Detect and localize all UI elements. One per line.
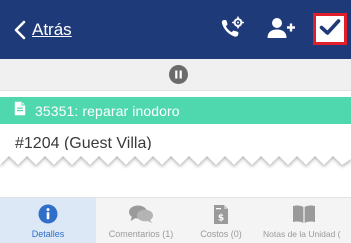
tab-comments[interactable]: Comentarios (1) [96,198,186,243]
work-order-title: 35351: reparar inodoro [35,102,180,119]
tab-comments-label: Comentarios (1) [108,229,174,239]
add-user-button[interactable] [265,17,297,43]
tab-costs[interactable]: $ Costos (0) [186,198,256,243]
phone-gear-icon [219,15,245,45]
pause-button[interactable] [169,65,188,84]
book-icon [292,204,316,229]
chevron-left-icon [14,20,26,40]
confirm-button[interactable] [313,13,347,45]
status-row [0,59,351,91]
pause-icon [169,65,188,88]
tab-costs-label: Costos (0) [200,229,242,239]
back-label: Atrás [32,20,72,39]
tab-unit-notes-label: Notas de la Unidad ( [263,229,341,239]
info-icon [38,204,58,229]
back-button[interactable]: Atrás [14,18,72,42]
checkmark-icon [319,18,341,41]
torn-edge-divider [0,150,351,167]
invoice-dollar-icon: $ [213,204,229,230]
document-icon [14,101,26,121]
bottom-tab-bar: Detalles Comentarios (1) $ Costos (0) No… [0,197,351,243]
tab-details[interactable]: Detalles [0,198,96,243]
tab-unit-notes[interactable]: Notas de la Unidad ( [256,198,351,243]
work-order-screen: Atrás 35351: reparar inodoro #1204 (Gues… [0,0,351,243]
work-order-bar: 35351: reparar inodoro [0,97,351,124]
top-navigation-bar: Atrás [0,0,351,59]
svg-text:$: $ [218,214,224,224]
call-button[interactable] [218,15,246,45]
tab-details-label: Detalles [31,229,65,239]
add-user-icon [266,17,296,44]
chat-bubbles-icon [128,204,154,229]
